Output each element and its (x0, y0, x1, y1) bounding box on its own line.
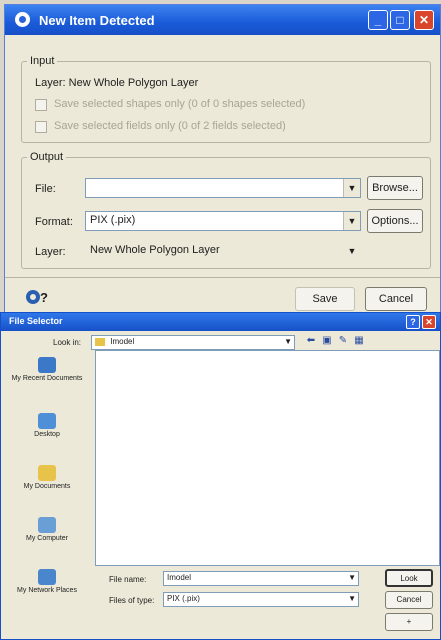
file-selector-cancel-button[interactable]: Cancel (385, 591, 433, 609)
folder-icon (95, 337, 105, 346)
new-item-dialog: New Item Detected _ □ ✕ Input Layer: New… (4, 4, 441, 320)
network-places-icon (38, 569, 56, 585)
open-button[interactable]: Look (385, 569, 433, 587)
save-selected-shapes-checkbox[interactable] (35, 99, 47, 111)
look-in-dropdown-arrow[interactable]: ▼ (284, 337, 292, 346)
file-type-value: PIX (.pix) (167, 594, 200, 603)
look-in-value: Imodel (110, 337, 135, 346)
minimize-button[interactable]: _ (368, 10, 388, 30)
new-folder-icon[interactable]: ✎ (337, 335, 349, 347)
up-folder-icon[interactable]: ▣ (321, 335, 333, 347)
file-name-input[interactable]: Imodel ▼ (163, 571, 359, 586)
my-computer-icon (38, 517, 56, 533)
file-list[interactable] (95, 350, 440, 566)
file-input[interactable]: ▼ (85, 178, 361, 198)
file-selector-help-button[interactable]: ? (406, 315, 420, 329)
places-bar: My Recent Documents Desktop My Documents… (9, 337, 85, 633)
layer-select[interactable]: New Whole Polygon Layer ▼ (85, 241, 361, 261)
file-type-label: Files of type: (109, 596, 155, 605)
place-label: My Network Places (17, 587, 77, 594)
file-selector-title: File Selector (9, 316, 63, 326)
help-icon[interactable]: ? (25, 287, 49, 307)
input-group-label: Input (27, 55, 58, 67)
file-type-select[interactable]: PIX (.pix) ▼ (163, 592, 359, 607)
place-label: My Computer (25, 535, 68, 542)
extra-button[interactable]: + (385, 613, 433, 631)
svg-text:?: ? (40, 290, 48, 305)
dialog-title: New Item Detected (39, 13, 155, 28)
save-selected-shapes-label: Save selected shapes only (0 of 0 shapes… (54, 98, 306, 110)
layer-dropdown-arrow[interactable]: ▼ (344, 242, 360, 260)
file-dropdown-arrow[interactable]: ▼ (343, 179, 360, 197)
view-menu-icon[interactable]: ▦ (353, 335, 365, 347)
maximize-button[interactable]: □ (390, 10, 410, 30)
place-label: My Recent Documents (11, 375, 83, 382)
save-button[interactable]: Save (295, 287, 355, 311)
place-my-documents[interactable]: My Documents (9, 465, 85, 491)
place-network-places[interactable]: My Network Places (9, 569, 85, 595)
format-select[interactable]: PIX (.pix) ▼ (85, 211, 361, 231)
place-label: Desktop (34, 431, 60, 438)
file-name-dropdown-arrow[interactable]: ▼ (348, 573, 356, 582)
place-recent-documents[interactable]: My Recent Documents (9, 357, 85, 383)
output-group-label: Output (27, 151, 67, 163)
file-selector-dialog: File Selector ? ✕ Look in: Imodel ▼ ⬅ ▣ … (0, 312, 441, 640)
close-button[interactable]: ✕ (414, 10, 434, 30)
dialog-divider (5, 277, 440, 278)
layer-select-value: New Whole Polygon Layer (90, 244, 220, 256)
input-layer-text: Layer: New Whole Polygon Layer (35, 77, 199, 89)
layer-label: Layer: (35, 246, 66, 258)
place-label: My Documents (23, 483, 71, 490)
place-my-computer[interactable]: My Computer (9, 517, 85, 543)
format-select-value: PIX (.pix) (90, 214, 136, 226)
save-selected-fields-label: Save selected fields only (0 of 2 fields… (54, 120, 286, 132)
look-in-select[interactable]: Imodel ▼ (91, 335, 295, 350)
cancel-button[interactable]: Cancel (365, 287, 427, 311)
file-label: File: (35, 183, 56, 195)
format-dropdown-arrow[interactable]: ▼ (343, 212, 360, 230)
file-selector-title-bar[interactable]: File Selector ? ✕ (1, 313, 440, 331)
app-icon (15, 12, 30, 27)
back-icon[interactable]: ⬅ (305, 335, 317, 347)
place-desktop[interactable]: Desktop (9, 413, 85, 439)
browse-button[interactable]: Browse... (367, 176, 423, 200)
desktop-icon (38, 413, 56, 429)
dialog-title-bar[interactable]: New Item Detected _ □ ✕ (5, 5, 440, 35)
recent-documents-icon (38, 357, 56, 373)
save-selected-fields-checkbox[interactable] (35, 121, 47, 133)
my-documents-icon (38, 465, 56, 481)
format-label: Format: (35, 216, 73, 228)
file-type-dropdown-arrow[interactable]: ▼ (348, 594, 356, 603)
file-name-value: Imodel (167, 573, 192, 582)
file-selector-close-button[interactable]: ✕ (422, 315, 436, 329)
file-name-label: File name: (109, 575, 147, 584)
options-button[interactable]: Options... (367, 209, 423, 233)
